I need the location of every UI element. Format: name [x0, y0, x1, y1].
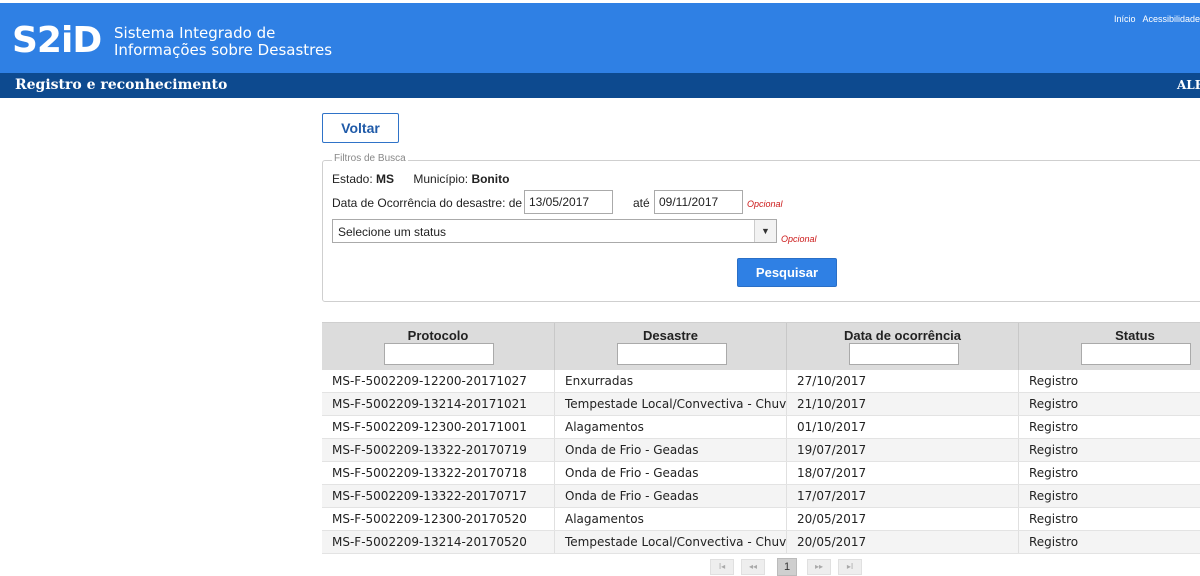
date-from-input[interactable]: [524, 190, 613, 214]
data-cell: 21/10/2017: [787, 393, 1019, 415]
status-cell: Registro: [1019, 531, 1200, 553]
desastre-cell: Onda de Frio - Geadas: [555, 462, 787, 484]
table-row[interactable]: MS-F-5002209-13214-20171021 Tempestade L…: [322, 393, 1200, 416]
table-row[interactable]: MS-F-5002209-13322-20170717 Onda de Frio…: [322, 485, 1200, 508]
data-cell: 01/10/2017: [787, 416, 1019, 438]
date-range-label: Data de Ocorrência do desastre: de: [332, 196, 523, 210]
next-page-button[interactable]: ▸▸: [807, 559, 831, 575]
table-header: Protocolo Desastre Data de ocorrência St…: [322, 322, 1200, 371]
data-cell: 20/05/2017: [787, 531, 1019, 553]
s2id-logo[interactable]: S2iD: [12, 21, 102, 61]
status-cell: Registro: [1019, 508, 1200, 530]
table-row[interactable]: MS-F-5002209-12300-20171001 Alagamentos …: [322, 416, 1200, 439]
ate-label: até: [633, 196, 650, 210]
date-to-input[interactable]: [654, 190, 743, 214]
module-title: Registro e reconhecimento: [15, 77, 228, 93]
data-cell: 27/10/2017: [787, 370, 1019, 392]
system-name: Sistema Integrado de Informações sobre D…: [114, 25, 332, 59]
pesquisar-button[interactable]: Pesquisar: [737, 258, 837, 287]
column-title[interactable]: Data de ocorrência: [787, 328, 1018, 343]
table-row[interactable]: MS-F-5002209-13214-20170520 Tempestade L…: [322, 531, 1200, 554]
status-cell: Registro: [1019, 416, 1200, 438]
system-name-line1: Sistema Integrado de: [114, 24, 276, 42]
voltar-button[interactable]: Voltar: [322, 113, 399, 143]
estado-value: MS: [376, 172, 395, 186]
first-page-button[interactable]: I◂: [710, 559, 734, 575]
system-name-line2: Informações sobre Desastres: [114, 41, 333, 59]
data-filter-input[interactable]: [849, 343, 959, 365]
desastre-cell: Onda de Frio - Geadas: [555, 439, 787, 461]
protocolo-cell: MS-F-5002209-12200-20171027: [322, 370, 555, 392]
status-cell: Registro: [1019, 439, 1200, 461]
municipio-value: Bonito: [471, 172, 510, 186]
protocolo-cell: MS-F-5002209-12300-20170520: [322, 508, 555, 530]
column-title[interactable]: Status: [1019, 328, 1200, 343]
top-header: S2iD Sistema Integrado de Informações so…: [0, 0, 1200, 73]
date-optional-hint: Opcional: [747, 199, 783, 209]
desastre-filter-input[interactable]: [617, 343, 727, 365]
data-cell: 17/07/2017: [787, 485, 1019, 507]
protocolo-cell: MS-F-5002209-13322-20170718: [322, 462, 555, 484]
protocolo-cell: MS-F-5002209-13214-20171021: [322, 393, 555, 415]
status-cell: Registro: [1019, 485, 1200, 507]
page-number-current[interactable]: 1: [777, 558, 797, 576]
protocolo-cell: MS-F-5002209-13214-20170520: [322, 531, 555, 553]
protocolo-cell: MS-F-5002209-13322-20170719: [322, 439, 555, 461]
desastre-cell: Onda de Frio - Geadas: [555, 485, 787, 507]
column-title[interactable]: Desastre: [555, 328, 786, 343]
top-links: Início Acessibilidade: [1107, 14, 1200, 24]
prev-page-button[interactable]: ◂◂: [741, 559, 765, 575]
protocolo-filter-input[interactable]: [384, 343, 494, 365]
data-cell: 19/07/2017: [787, 439, 1019, 461]
table-row[interactable]: MS-F-5002209-13322-20170719 Onda de Frio…: [322, 439, 1200, 462]
estado-label: Estado:: [332, 172, 373, 186]
table-row[interactable]: MS-F-5002209-12300-20170520 Alagamentos …: [322, 508, 1200, 531]
desastre-cell: Alagamentos: [555, 416, 787, 438]
last-page-button[interactable]: ▸I: [838, 559, 862, 575]
data-cell: 18/07/2017: [787, 462, 1019, 484]
municipio-label: Município:: [413, 172, 469, 186]
status-optional-hint: Opcional: [781, 234, 817, 244]
module-bar: Registro e reconhecimento ALEX: [0, 73, 1200, 98]
status-select[interactable]: Selecione um status ▼: [332, 219, 777, 243]
chevron-down-icon[interactable]: ▼: [754, 220, 776, 242]
protocolo-cell: MS-F-5002209-12300-20171001: [322, 416, 555, 438]
table-row[interactable]: MS-F-5002209-13322-20170718 Onda de Frio…: [322, 462, 1200, 485]
data-cell: 20/05/2017: [787, 508, 1019, 530]
column-status: Status: [1019, 323, 1200, 371]
user-name[interactable]: ALEX: [1177, 78, 1200, 92]
desastre-cell: Enxurradas: [555, 370, 787, 392]
status-cell: Registro: [1019, 462, 1200, 484]
status-select-value: Selecione um status: [338, 225, 447, 239]
location-row: Estado: MS Município: Bonito: [332, 172, 525, 186]
desastre-cell: Alagamentos: [555, 508, 787, 530]
column-title[interactable]: Protocolo: [322, 328, 554, 343]
pagination: I◂ ◂◂ 1 ▸▸ ▸I: [322, 553, 1200, 576]
column-protocolo: Protocolo: [322, 323, 555, 371]
status-filter-input[interactable]: [1081, 343, 1191, 365]
desastre-cell: Tempestade Local/Convectiva - Chuvas Int…: [555, 393, 787, 415]
acessibilidade-link[interactable]: Acessibilidade: [1142, 14, 1200, 24]
filters-legend: Filtros de Busca: [332, 153, 408, 164]
column-desastre: Desastre: [555, 323, 787, 371]
table-row[interactable]: MS-F-5002209-12200-20171027 Enxurradas 2…: [322, 370, 1200, 393]
inicio-link[interactable]: Início: [1114, 14, 1136, 24]
desastre-cell: Tempestade Local/Convectiva - Chuvas Int…: [555, 531, 787, 553]
protocolo-cell: MS-F-5002209-13322-20170717: [322, 485, 555, 507]
column-data: Data de ocorrência: [787, 323, 1019, 371]
status-cell: Registro: [1019, 393, 1200, 415]
status-cell: Registro: [1019, 370, 1200, 392]
